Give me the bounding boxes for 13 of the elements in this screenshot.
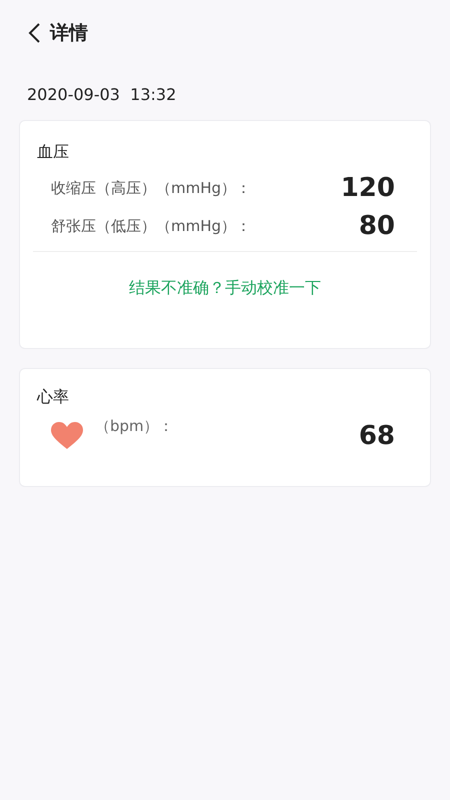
back-icon[interactable] — [26, 22, 42, 44]
measure-label: 收缩压（高压）（mmHg）： — [51, 178, 252, 199]
date-time: 2020-09-03 13:32 — [27, 85, 176, 104]
measure-value: 80 — [358, 210, 395, 242]
measure-value: 120 — [340, 172, 395, 204]
heart-icon — [51, 422, 83, 450]
measure-label: 舒张压（低压）（mmHg）： — [51, 216, 252, 237]
heart-rate-value: 68 — [358, 420, 395, 452]
card-title: 心率 — [37, 387, 69, 406]
unit-label: （bpm）： — [95, 416, 174, 437]
calibrate-link[interactable]: 结果不准确？手动校准一下 — [129, 276, 321, 300]
page-title: 详情 — [50, 20, 88, 46]
card-title: 血压 — [37, 142, 69, 161]
